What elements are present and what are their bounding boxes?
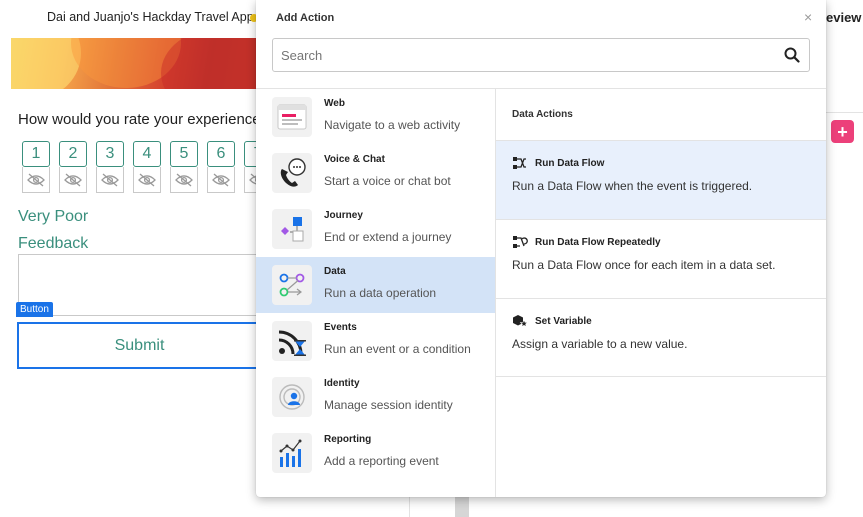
preview-link[interactable]: eview	[826, 10, 861, 25]
category-web[interactable]: Web Navigate to a web activity	[256, 89, 495, 145]
action-set-variable[interactable]: Set Variable Assign a variable to a new …	[496, 298, 826, 377]
category-description: Start a voice or chat bot	[324, 174, 451, 188]
eye-off-icon[interactable]	[170, 167, 198, 193]
action-description: Run a Data Flow once for each item in a …	[512, 258, 776, 272]
rating-scale: 1 2 3 4 5 6 7	[22, 141, 272, 193]
rating-option[interactable]: 4	[133, 141, 161, 193]
phone-chat-icon	[272, 153, 312, 193]
identity-icon	[272, 377, 312, 417]
element-type-tag: Button	[16, 302, 53, 317]
rating-number[interactable]: 1	[22, 141, 50, 167]
category-description: Run an event or a condition	[324, 342, 471, 356]
category-name: Reporting	[324, 434, 372, 445]
rating-number[interactable]: 3	[96, 141, 124, 167]
search-icon[interactable]	[784, 47, 800, 68]
rating-number[interactable]: 4	[133, 141, 161, 167]
rating-number[interactable]: 5	[170, 141, 198, 167]
category-list: Web Navigate to a web activity Voice & C…	[256, 89, 495, 481]
journey-icon	[272, 209, 312, 249]
action-description: Assign a variable to a new value.	[512, 337, 688, 351]
dialog-title: Add Action	[276, 12, 335, 24]
category-description: Add a reporting event	[324, 454, 439, 468]
action-list: Data Actions Run Data Flow Run a Data Fl…	[496, 89, 826, 497]
scale-min-label: Very Poor	[18, 208, 89, 225]
category-name: Journey	[324, 210, 363, 221]
rating-option[interactable]: 5	[170, 141, 198, 193]
data-flow-repeat-icon	[512, 235, 528, 254]
scrollbar-thumb[interactable]	[455, 497, 469, 517]
banner-image	[11, 38, 256, 89]
add-element-button[interactable]: +	[831, 120, 854, 143]
eye-off-icon[interactable]	[207, 167, 235, 193]
feedback-label: Feedback	[18, 235, 89, 252]
category-description: Run a data operation	[324, 286, 437, 300]
category-name: Events	[324, 322, 357, 333]
action-description: Run a Data Flow when the event is trigge…	[512, 179, 753, 193]
data-nodes-icon	[272, 265, 312, 305]
rating-number[interactable]: 6	[207, 141, 235, 167]
category-name: Data	[324, 266, 346, 277]
category-name: Voice & Chat	[324, 154, 385, 165]
category-identity[interactable]: Identity Manage session identity	[256, 369, 495, 425]
eye-off-icon[interactable]	[133, 167, 161, 193]
eye-off-icon[interactable]	[22, 167, 50, 193]
action-name: Run Data Flow Repeatedly	[535, 237, 661, 248]
category-description: Manage session identity	[324, 398, 453, 412]
rating-question: How would you rate your experience	[18, 111, 261, 128]
category-voice-chat[interactable]: Voice & Chat Start a voice or chat bot	[256, 145, 495, 201]
close-icon[interactable]: ×	[804, 10, 812, 24]
rating-option[interactable]: 3	[96, 141, 124, 193]
action-name: Set Variable	[535, 316, 592, 327]
rating-option[interactable]: 2	[59, 141, 87, 193]
search-input[interactable]	[281, 39, 771, 71]
category-description: Navigate to a web activity	[324, 118, 461, 132]
category-journey[interactable]: Journey End or extend a journey	[256, 201, 495, 257]
action-name: Run Data Flow	[535, 158, 605, 169]
eye-off-icon[interactable]	[96, 167, 124, 193]
category-events[interactable]: Events Run an event or a condition	[256, 313, 495, 369]
submit-button[interactable]: Submit	[17, 322, 262, 369]
category-reporting[interactable]: Reporting Add a reporting event	[256, 425, 495, 481]
data-flow-icon	[512, 156, 528, 175]
action-run-data-flow-repeatedly[interactable]: Run Data Flow Repeatedly Run a Data Flow…	[496, 219, 826, 298]
rating-option[interactable]: 6	[207, 141, 235, 193]
category-description: End or extend a journey	[324, 230, 452, 244]
search-field[interactable]	[272, 38, 810, 72]
category-data[interactable]: Data Run a data operation	[256, 257, 495, 313]
app-title: Dai and Juanjo's Hackday Travel App	[47, 10, 254, 24]
feedback-textarea[interactable]	[18, 254, 263, 316]
web-page-icon	[272, 97, 312, 137]
action-run-data-flow[interactable]: Run Data Flow Run a Data Flow when the e…	[496, 140, 826, 219]
rss-hourglass-icon	[272, 321, 312, 361]
rating-option[interactable]: 1	[22, 141, 50, 193]
rating-number[interactable]: 2	[59, 141, 87, 167]
add-action-dialog: Add Action × Web Navigate to a web activ…	[256, 0, 826, 497]
divider	[826, 112, 863, 113]
divider	[496, 376, 826, 377]
actions-heading: Data Actions	[512, 109, 573, 120]
category-name: Web	[324, 98, 345, 109]
bar-chart-icon	[272, 433, 312, 473]
eye-off-icon[interactable]	[59, 167, 87, 193]
category-name: Identity	[324, 378, 360, 389]
set-variable-icon	[512, 314, 529, 333]
